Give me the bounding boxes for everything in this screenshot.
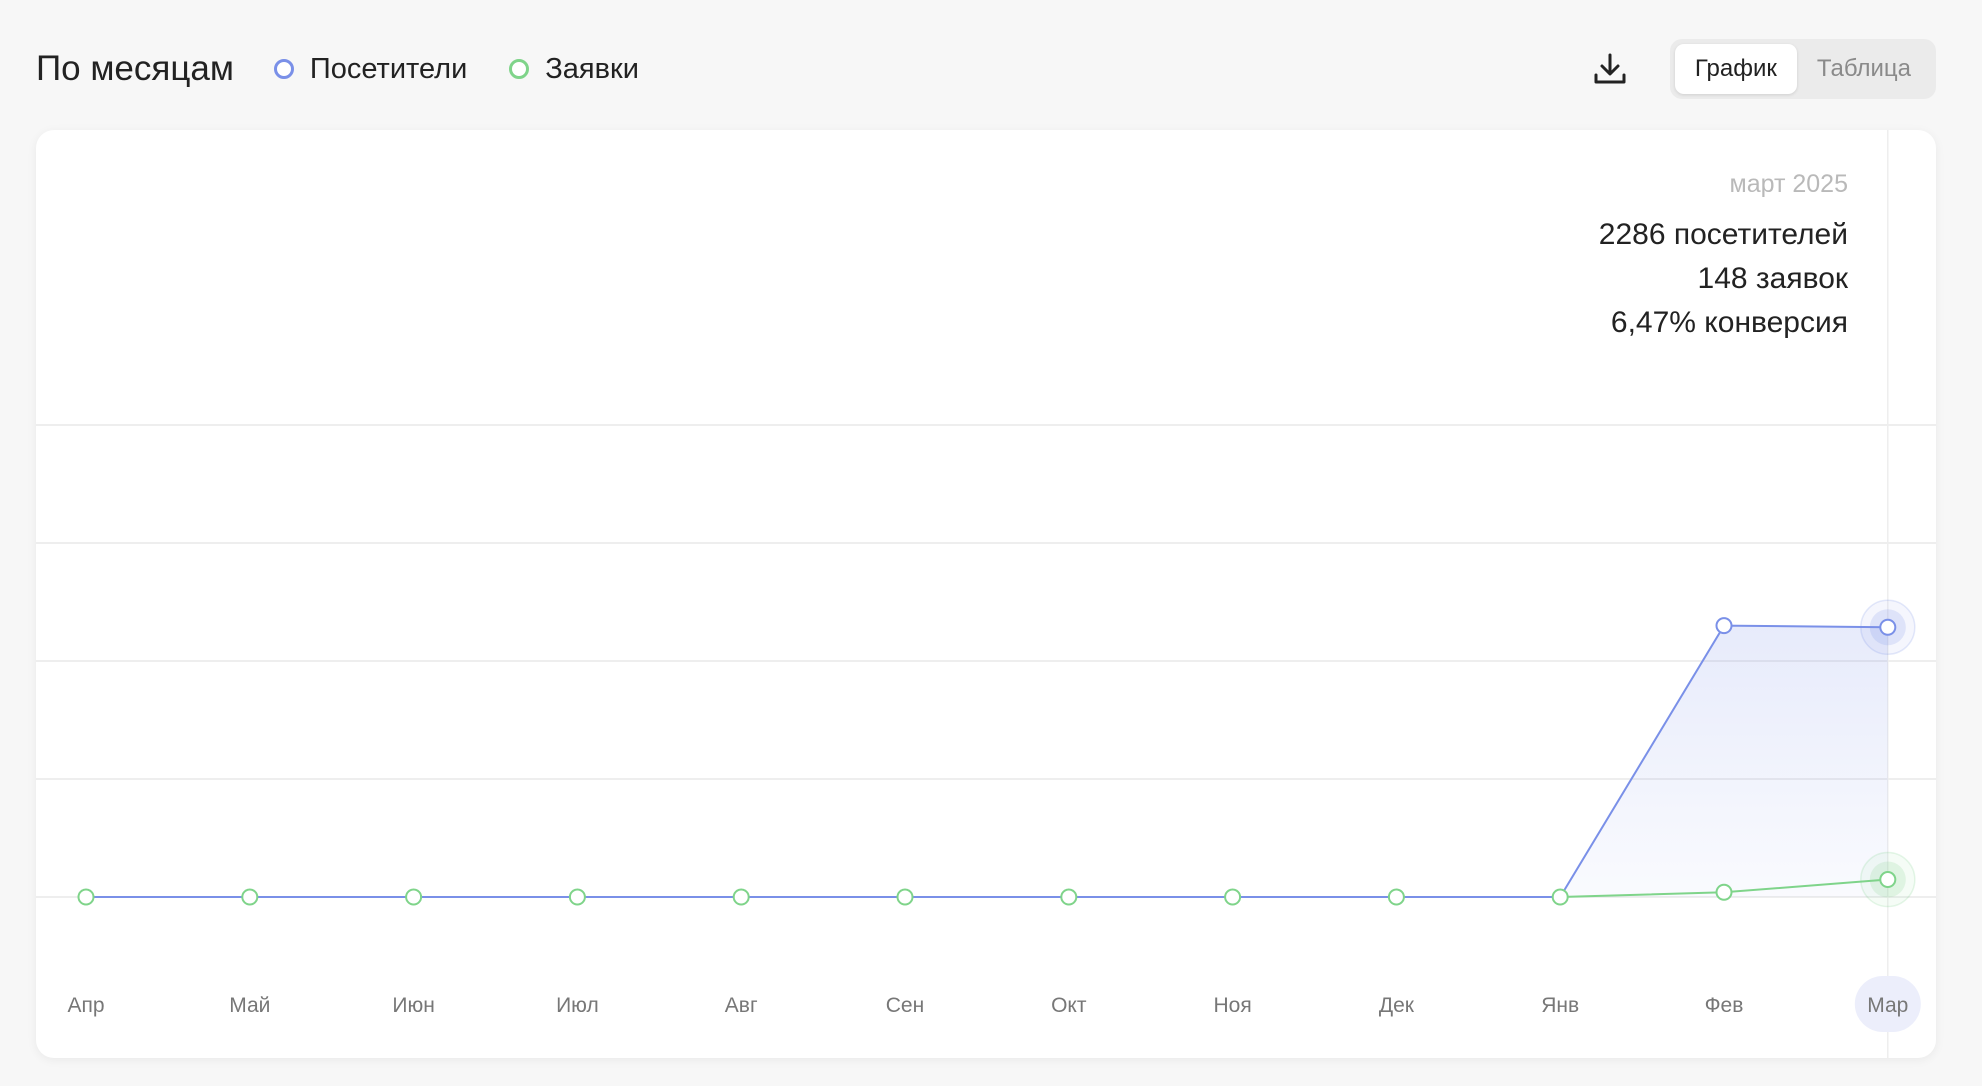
legend-dot-visitors (273, 59, 294, 79)
chart-card: Апр Май Июн Июл Авг Сен Окт Ноя Дек Янв Фев Мар мар… (36, 130, 1936, 1058)
legend-label-visitors: Посетители (309, 52, 468, 85)
x-tick-label: Фев (1705, 994, 1744, 1017)
data-point (1879, 618, 1897, 636)
data-point (405, 888, 423, 906)
data-point (77, 888, 95, 906)
table-view-button[interactable]: Таблица (1797, 44, 1931, 94)
chart-tooltip: март 2025 2286 посетителей 148 заявок 6,… (1599, 170, 1848, 345)
x-tick-label: Июл (556, 994, 599, 1017)
legend-item-requests[interactable]: Заявки (509, 53, 639, 86)
x-tick-label: Ноя (1213, 994, 1251, 1017)
chart-header: По месяцам Посетители Заявки График Табл… (36, 34, 1936, 104)
tooltip-conversion: 6,47% конверсия (1610, 306, 1848, 339)
data-point (1551, 888, 1569, 906)
legend-dot-requests (509, 59, 530, 79)
data-point (568, 888, 586, 906)
legend-item-visitors[interactable]: Посетители (273, 52, 468, 86)
data-point (1715, 617, 1733, 635)
data-point (1060, 888, 1078, 906)
x-tick-label: Мар (1867, 994, 1908, 1017)
x-tick-label: Апр (67, 994, 104, 1017)
x-tick-label: Май (229, 994, 270, 1017)
tooltip-requests: 148 заявок (1697, 262, 1848, 295)
x-tick-label: Дек (1379, 994, 1415, 1017)
legend-label-requests: Заявки (545, 52, 639, 85)
x-tick-label: Окт (1051, 994, 1087, 1017)
chart-view-button[interactable]: График (1674, 44, 1797, 94)
chart-title: По месяцам (36, 49, 234, 88)
data-point (241, 888, 259, 906)
data-point (1224, 888, 1242, 906)
data-point (896, 888, 914, 906)
series-area-0 (86, 625, 1888, 897)
tooltip-date: март 2025 (1729, 170, 1848, 198)
x-tick-label: Янв (1541, 994, 1579, 1017)
tooltip-visitors: 2286 посетителей (1598, 218, 1848, 251)
download-button[interactable] (1584, 43, 1636, 95)
data-point (1387, 888, 1405, 906)
view-toggle: График Таблица (1669, 39, 1936, 99)
data-point (732, 888, 750, 906)
data-point (1879, 871, 1897, 889)
download-icon (1594, 53, 1626, 84)
x-tick-label: Авг (725, 994, 758, 1017)
x-tick-label: Сен (886, 994, 924, 1017)
x-tick-label: Июн (392, 994, 434, 1017)
data-point (1715, 883, 1733, 901)
